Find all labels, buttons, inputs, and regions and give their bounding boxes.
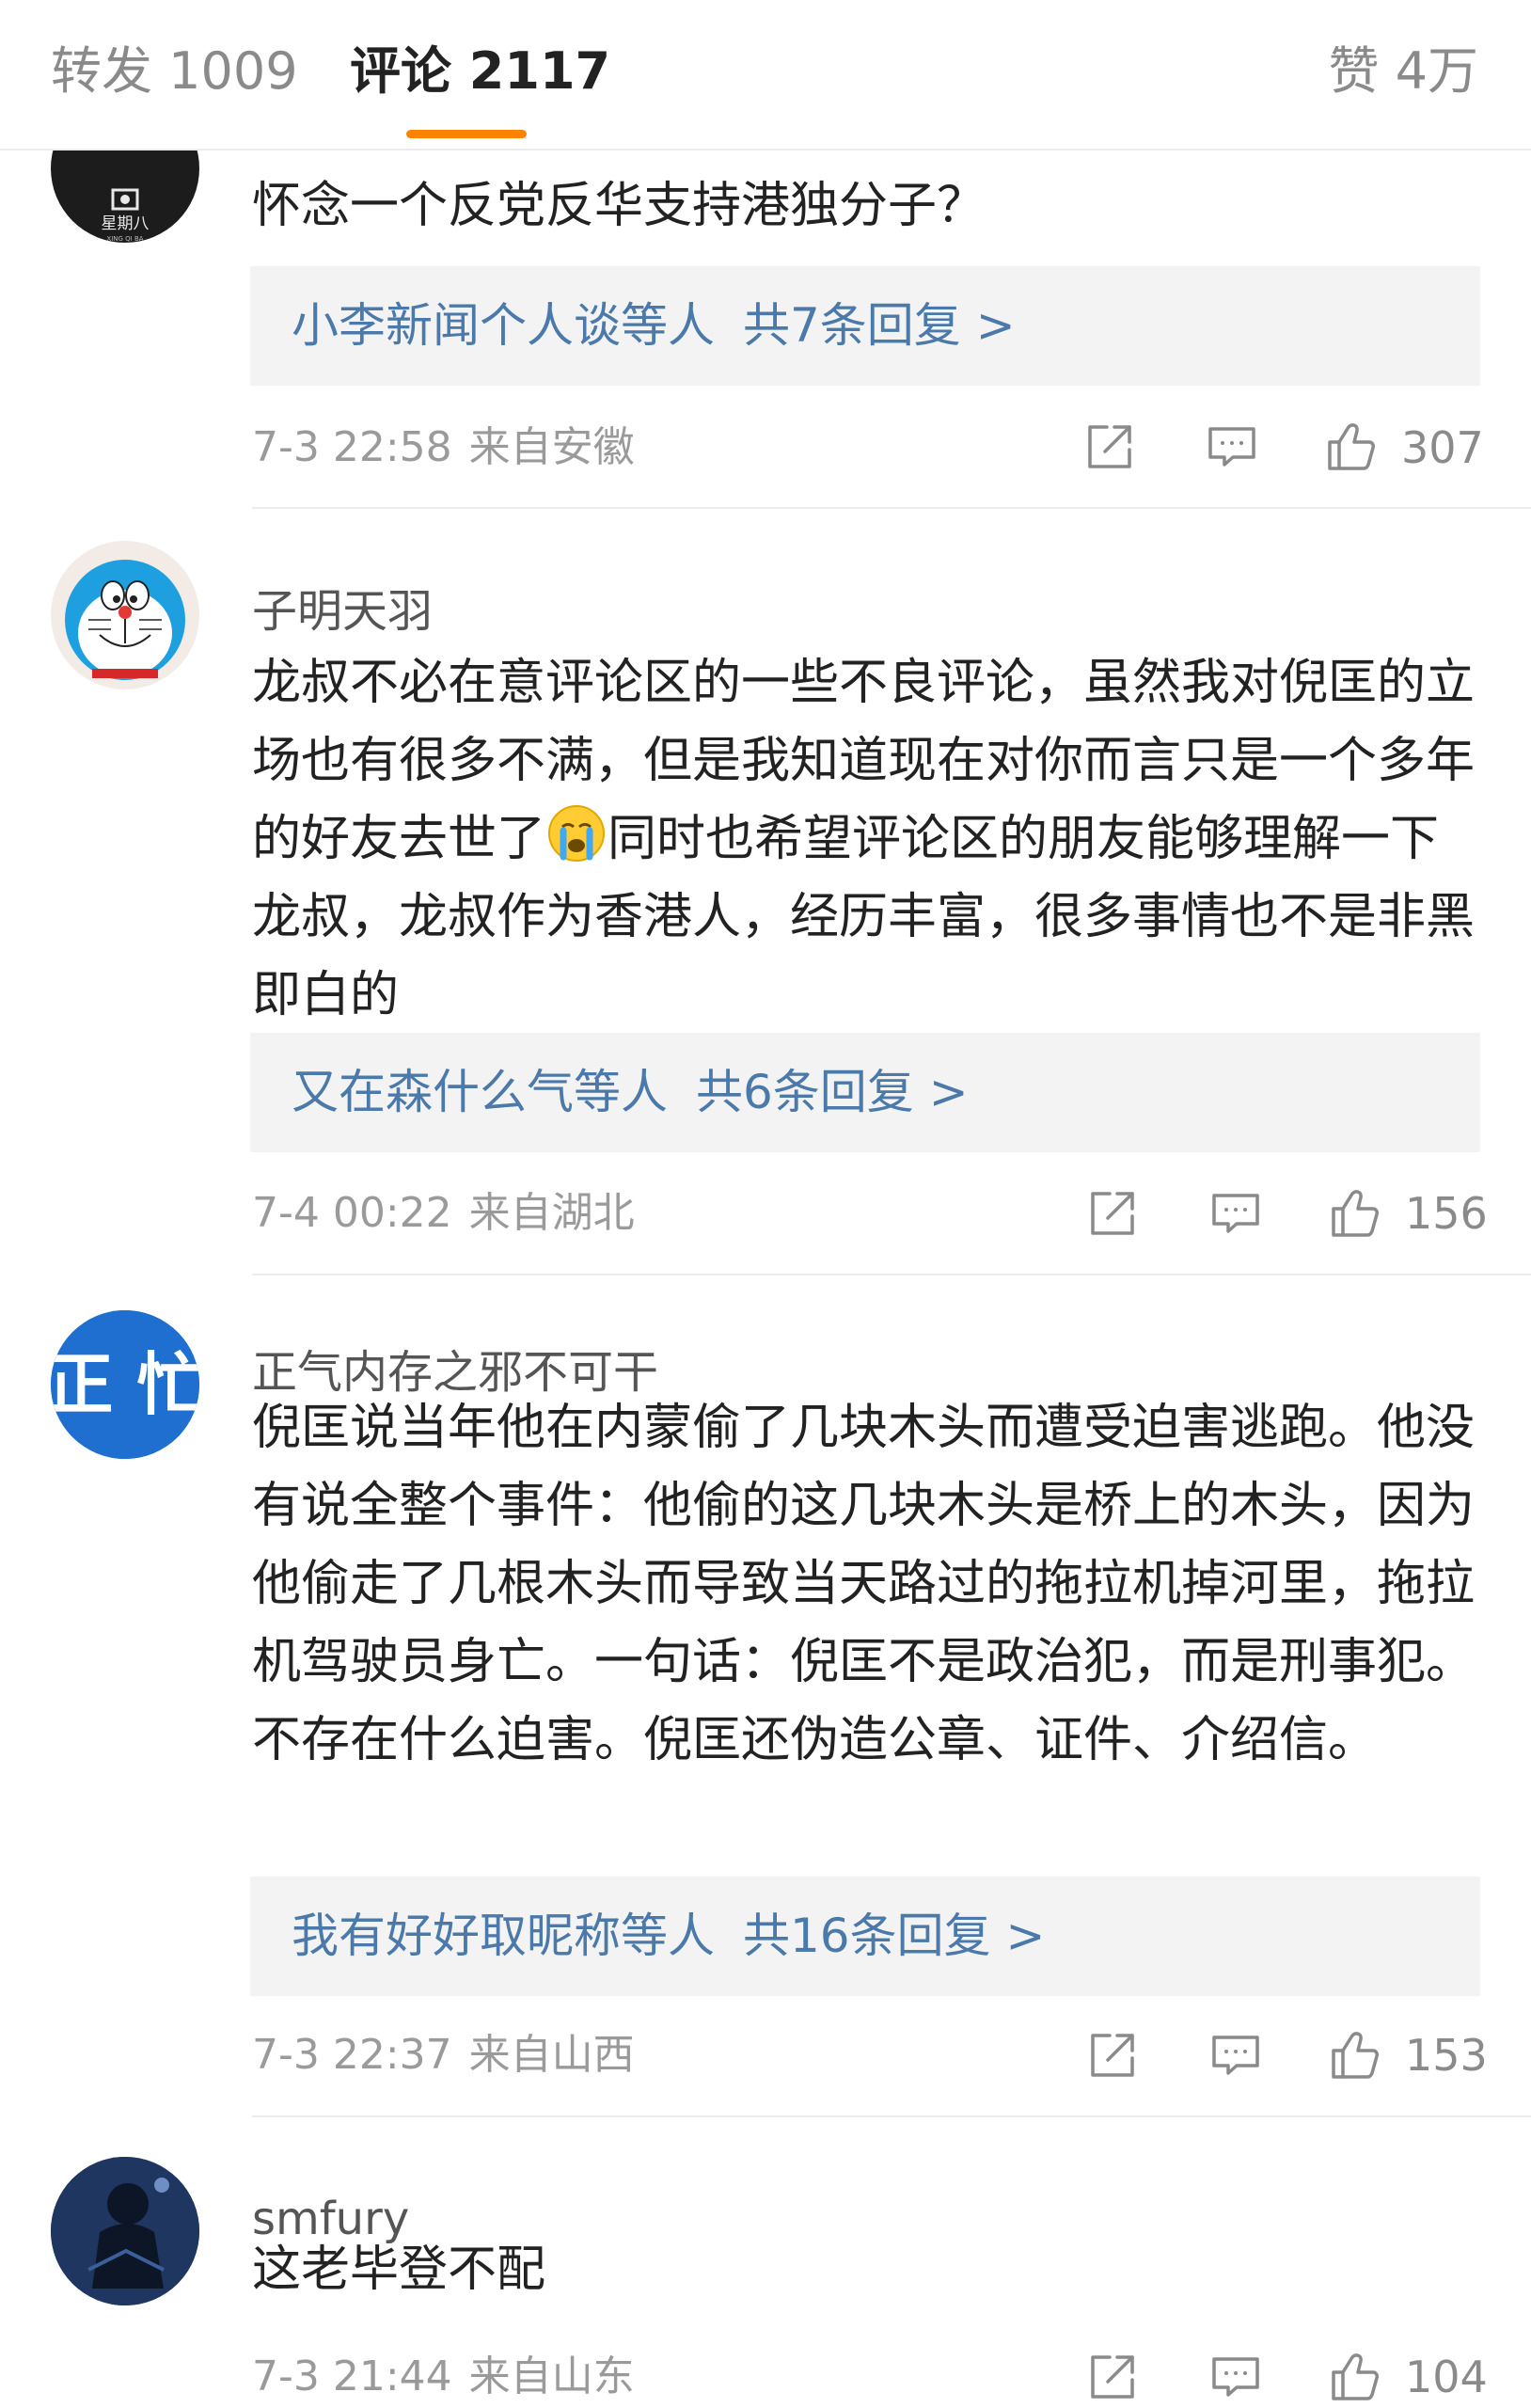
comment-time: 7-3 22:58 xyxy=(252,423,452,471)
reply-count: 共16条回复 > xyxy=(743,1909,1046,1963)
comment-text: 倪匡说当年他在内蒙偷了几块木头而遭受迫害逃跑。他没有说全整个事件：他偷的这几块木… xyxy=(252,1400,1476,1768)
comment-meta: 7-3 21:44 来自山东 xyxy=(252,2349,635,2405)
avatar-text-badge-icon: 正 忙 xyxy=(51,1310,199,1459)
reply-summary[interactable]: 小李新闻个人谈等人 共7条回复 > xyxy=(250,266,1480,386)
anime-figure-avatar-icon xyxy=(51,2157,199,2305)
comment-location: 来自安徽 xyxy=(468,423,635,471)
like-icon[interactable] xyxy=(1328,2028,1382,2083)
like-count: 307 xyxy=(1401,422,1484,473)
comment-location: 来自山东 xyxy=(468,2353,635,2400)
comment-time: 7-4 00:22 xyxy=(252,1189,452,1237)
comment-meta: 7-3 22:37 来自山西 xyxy=(252,2027,635,2083)
avatar-logo-text: 星期八 xyxy=(102,214,150,233)
tab-likes[interactable]: 赞 4万 xyxy=(1328,38,1478,105)
comment-tabs: 转发 1009 评论 2117 赞 4万 xyxy=(0,0,1531,150)
comment-text: 这老毕登不配 xyxy=(252,2242,546,2298)
reply-names: 小李新闻个人谈等人 xyxy=(292,298,715,353)
comment-icon[interactable] xyxy=(1208,1186,1263,1241)
avatar[interactable]: 正 忙 xyxy=(51,1310,199,1459)
avatar[interactable] xyxy=(51,2157,199,2305)
comment-divider xyxy=(252,1274,1531,1275)
like-count: 104 xyxy=(1405,2352,1488,2402)
comment-location: 来自山西 xyxy=(468,2031,635,2079)
reply-count: 共6条回复 > xyxy=(696,1065,969,1119)
reply-summary[interactable]: 我有好好取昵称等人 共16条回复 > xyxy=(250,1877,1480,1996)
comment-time: 7-3 21:44 xyxy=(252,2353,452,2400)
avatar-logo-subtext: XING QI BA xyxy=(106,235,143,243)
like-icon[interactable] xyxy=(1328,2350,1382,2404)
reply-names: 我有好好取昵称等人 xyxy=(292,1909,715,1963)
comment-username[interactable]: 子明天羽 xyxy=(252,583,433,640)
comment-divider xyxy=(252,2115,1531,2117)
comment-item: smfury 这老毕登不配 7-3 21:44 来自山东 104 xyxy=(0,2121,1531,2408)
crying-face-emoji-icon xyxy=(548,805,606,862)
like-icon[interactable] xyxy=(1324,420,1379,474)
like-count: 153 xyxy=(1405,2030,1488,2081)
active-tab-indicator xyxy=(406,130,527,138)
comment-location: 来自湖北 xyxy=(468,1189,635,1237)
comment-icon[interactable] xyxy=(1205,420,1259,474)
comment-divider xyxy=(252,507,1531,509)
comment-item: 子明天羽 龙叔不必在意评论区的一些不良评论，虽然我对倪匡的立场也有很多不满，但是… xyxy=(0,513,1531,1279)
comment-icon[interactable] xyxy=(1208,2350,1263,2404)
reply-names: 又在森什么气等人 xyxy=(292,1065,668,1119)
comment-icon[interactable] xyxy=(1208,2028,1263,2083)
tab-comments[interactable]: 评论 2117 xyxy=(350,38,610,105)
avatar[interactable] xyxy=(51,541,199,689)
comment-meta: 7-3 22:58 来自安徽 xyxy=(252,420,635,476)
share-icon[interactable] xyxy=(1085,2350,1140,2404)
reply-count: 共7条回复 > xyxy=(743,298,1016,353)
avatar-badge-text: 正 忙 xyxy=(51,1345,199,1424)
doraemon-avatar-icon xyxy=(65,560,185,680)
like-icon[interactable] xyxy=(1328,1186,1382,1241)
comment-text: 怀念一个反党反华支持港独分子？ xyxy=(252,178,986,234)
share-icon[interactable] xyxy=(1085,1186,1140,1241)
reply-summary[interactable]: 又在森什么气等人 共6条回复 > xyxy=(250,1033,1480,1152)
comment-item: 正 忙 正气内存之邪不可干 倪匡说当年他在内蒙偷了几块木头而遭受迫害逃跑。他没有… xyxy=(0,1279,1531,2121)
comment-time: 7-3 22:37 xyxy=(252,2031,452,2079)
share-icon[interactable] xyxy=(1082,420,1137,474)
tab-repost[interactable]: 转发 1009 xyxy=(51,38,298,105)
comment-text: 龙叔不必在意评论区的一些不良评论，虽然我对倪匡的立场也有很多不满，但是我知道现在… xyxy=(252,644,1484,1035)
comment-meta: 7-4 00:22 来自湖北 xyxy=(252,1185,635,1242)
like-count: 156 xyxy=(1405,1188,1488,1239)
share-icon[interactable] xyxy=(1085,2028,1140,2083)
